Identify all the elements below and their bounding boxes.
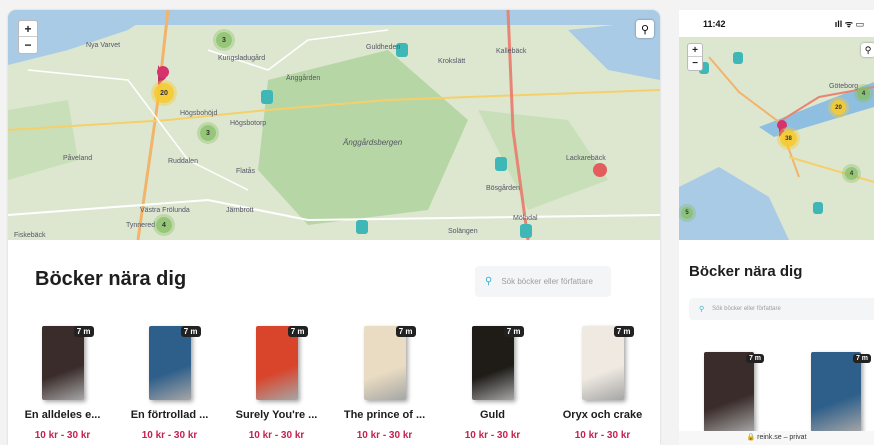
book-title[interactable]: En förtrollad ... [117, 409, 222, 421]
section-title: Böcker nära dig [35, 268, 187, 290]
map-cluster[interactable]: 3 [216, 32, 232, 48]
map-label: Änggården [286, 75, 321, 82]
zoom-out-button[interactable]: − [688, 57, 702, 70]
map-label: Lackarebäck [566, 155, 606, 162]
map-cluster[interactable]: 5 [681, 207, 693, 219]
book-price: 10 kr - 30 kr [464, 430, 521, 441]
book-search-input[interactable]: ⚲ Sök böcker eller författare [475, 266, 611, 297]
book-price: 10 kr - 30 kr [141, 430, 198, 441]
distance-badge: 7 m [287, 326, 308, 337]
book-cover[interactable] [811, 352, 861, 432]
zoom-in-button[interactable]: + [19, 21, 37, 37]
map-label: Krokslätt [438, 58, 466, 65]
books-map-mobile[interactable]: + − ⚲ 38 20 4 4 5 Göteborg [679, 37, 874, 240]
map-label: Bösgården [486, 185, 520, 192]
map-label: Guldheden [366, 44, 401, 51]
distance-badge: 7 m [745, 354, 764, 363]
zoom-in-button[interactable]: + [688, 44, 702, 57]
map-cluster[interactable]: 3 [200, 125, 216, 141]
book-price: 10 kr - 30 kr [574, 430, 631, 441]
distance-badge: 7 m [180, 326, 201, 337]
distance-badge: 7 m [395, 326, 416, 337]
book-title[interactable]: Guld [440, 409, 545, 421]
map-cluster[interactable]: 38 [780, 130, 797, 147]
book-title[interactable]: Oryx och crake [550, 409, 655, 421]
map-cluster[interactable]: 4 [156, 217, 172, 233]
map-zoom-control: + − [18, 20, 38, 54]
distance-badge: 7 m [613, 326, 634, 337]
distance-badge: 7 m [503, 326, 524, 337]
status-time: 11:42 [703, 18, 726, 29]
book-price: 10 kr - 30 kr [248, 430, 305, 441]
distance-badge: 7 m [73, 326, 94, 337]
map-zoom-control: + − [687, 43, 703, 71]
map-label: Tynnered [126, 222, 156, 229]
book-cover[interactable] [581, 326, 624, 400]
map-label: Västra Frölunda [140, 207, 190, 214]
map-label: Kallebäck [496, 48, 527, 55]
status-bar: 11:42 ıll ᯤ ▭ [679, 10, 874, 37]
section-title: Böcker nära dig [689, 263, 803, 280]
map-cluster[interactable]: 20 [831, 100, 846, 115]
map-search-icon[interactable]: ⚲ [636, 20, 654, 38]
book-cover[interactable] [148, 326, 191, 400]
book-title[interactable]: Surely You're ... [224, 409, 329, 421]
mobile-screenshot: 11:42 ıll ᯤ ▭ + − ⚲ 38 20 4 4 5 Göteborg… [679, 10, 874, 445]
zoom-out-button[interactable]: − [19, 37, 37, 53]
map-label: Nya Varvet [86, 42, 121, 49]
map-label: Kungsladugård [218, 55, 266, 62]
distance-badge: 7 m [852, 354, 871, 363]
map-label: Solängen [448, 228, 478, 235]
book-card[interactable]: 7 m En förtrollad ... 10 kr - 30 kr [117, 326, 222, 441]
map-label: Påveland [63, 155, 93, 162]
map-label: Järnbrott [226, 207, 254, 214]
status-icons: ıll ᯤ ▭ [834, 19, 864, 29]
book-card[interactable]: 7 m Oryx och crake 10 kr - 30 kr [550, 326, 655, 441]
map-cluster[interactable]: 4 [857, 87, 870, 100]
book-cover[interactable] [704, 352, 754, 432]
map-label: Mölndal [513, 215, 538, 222]
map-label: Högsbotorp [230, 120, 267, 127]
book-title[interactable]: The prince of ... [332, 409, 437, 421]
map-search-icon[interactable]: ⚲ [861, 43, 874, 57]
map-label: Fiskebäck [14, 232, 46, 239]
book-card[interactable]: 7 m En alldeles e... 10 kr - 30 kr [10, 326, 115, 441]
map-label: Flatås [236, 168, 256, 175]
book-cover[interactable] [255, 326, 298, 400]
map-label: Ruddalen [168, 158, 198, 165]
map-label: Göteborg [829, 83, 859, 90]
book-cover[interactable] [471, 326, 514, 400]
book-card[interactable]: 7 m Surely You're ... 10 kr - 30 kr [224, 326, 329, 441]
book-cover[interactable] [363, 326, 406, 400]
map-background [679, 37, 874, 240]
book-card[interactable]: 7 m Guld 10 kr - 30 kr [440, 326, 545, 441]
desktop-screenshot: + − ⚲ 3 20 3 4 Nya Varvet Kungsladugård … [8, 10, 660, 445]
search-icon: ⚲ [485, 276, 493, 287]
map-cluster[interactable]: 20 [154, 83, 174, 103]
book-title[interactable]: En alldeles e... [10, 409, 115, 421]
search-placeholder: Sök böcker eller författare [501, 277, 593, 286]
book-card[interactable]: 7 m [694, 352, 764, 432]
map-cluster[interactable]: 4 [845, 167, 858, 180]
map-label: Högsbohöjd [180, 110, 218, 117]
book-card[interactable]: 7 m [801, 352, 871, 432]
browser-url-bar: 🔒 reink.se – privat [679, 431, 874, 445]
search-placeholder: Sök böcker eller författare [712, 306, 781, 312]
book-cover[interactable] [41, 326, 84, 400]
book-price: 10 kr - 30 kr [34, 430, 91, 441]
book-price: 10 kr - 30 kr [356, 430, 413, 441]
search-icon: ⚲ [699, 306, 705, 313]
books-map[interactable]: + − ⚲ 3 20 3 4 Nya Varvet Kungsladugård … [8, 10, 660, 240]
book-card[interactable]: 7 m The prince of ... 10 kr - 30 kr [332, 326, 437, 441]
book-search-input[interactable]: ⚲ Sök böcker eller författare [689, 298, 874, 320]
map-label: Änggårdsbergen [343, 138, 403, 147]
